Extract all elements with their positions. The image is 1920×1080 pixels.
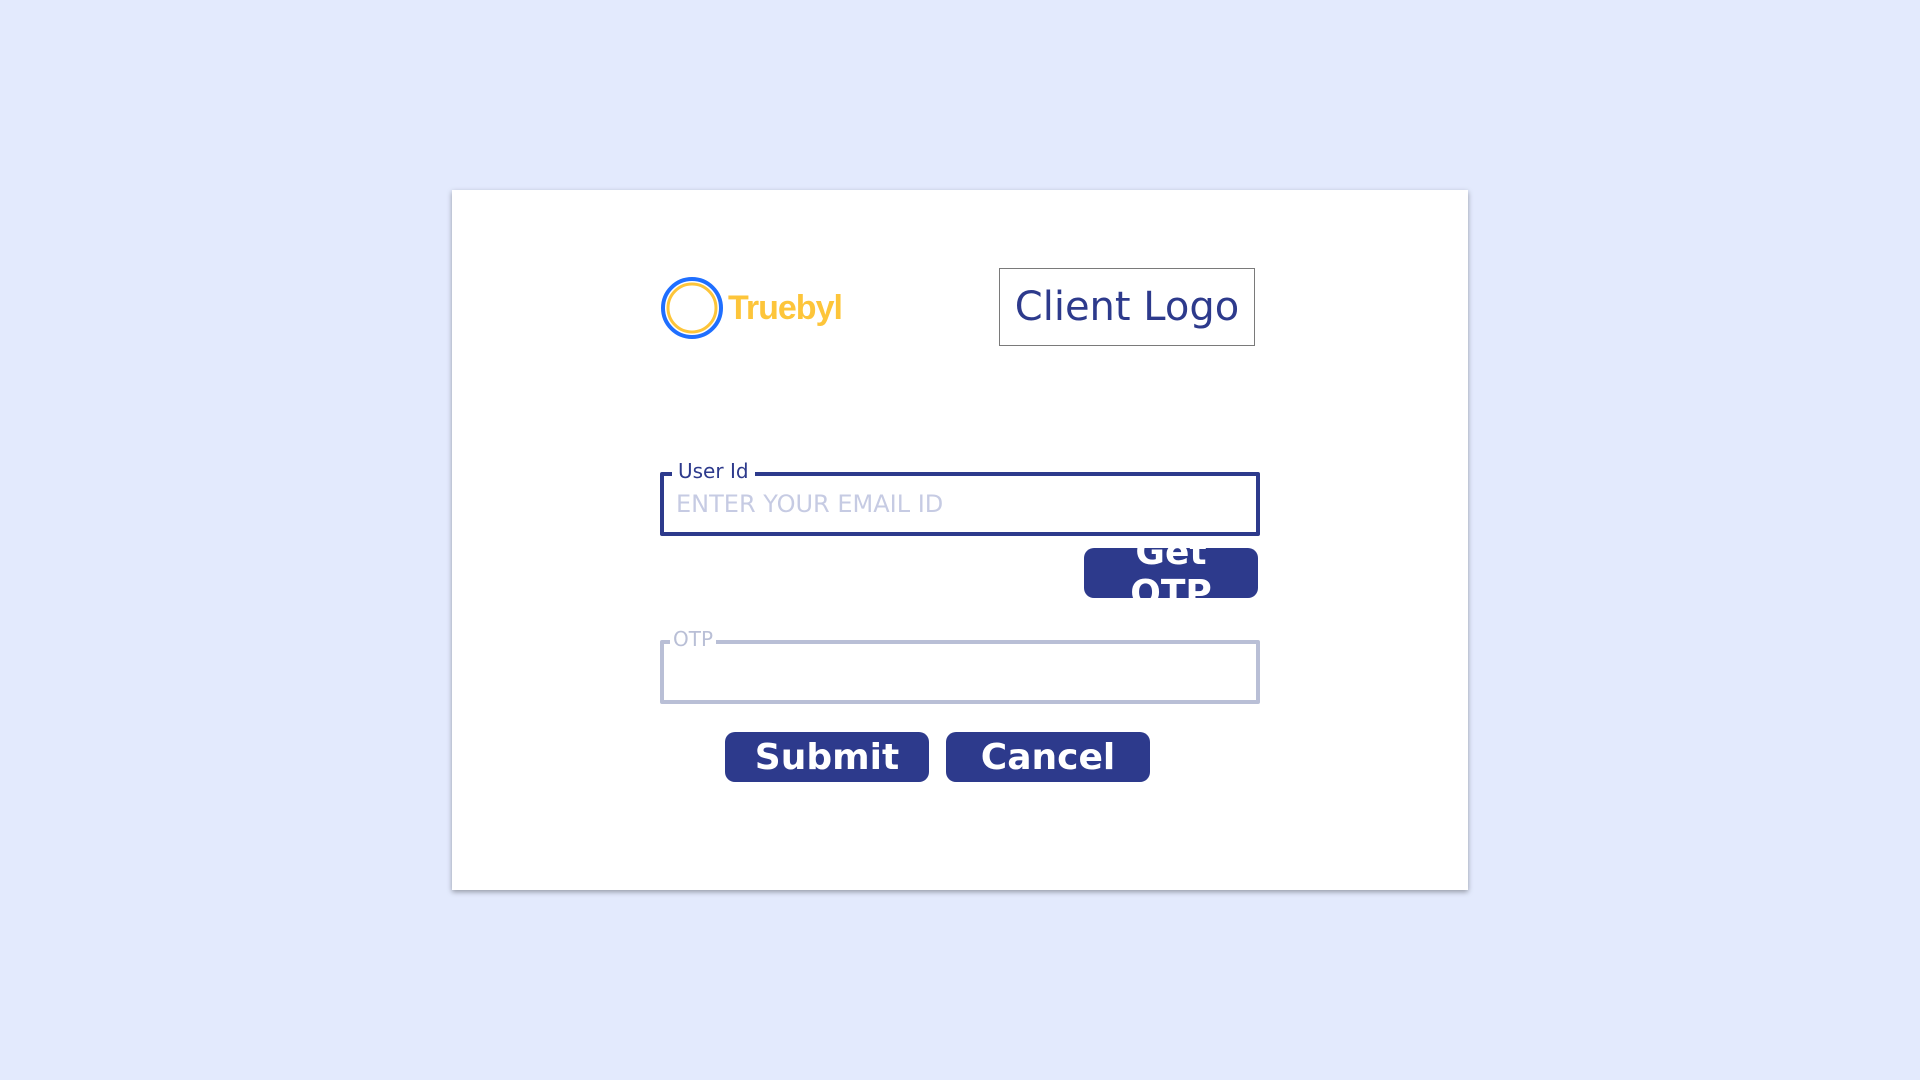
- user-id-field: User Id: [660, 459, 1260, 536]
- cancel-button[interactable]: Cancel: [946, 732, 1150, 782]
- client-logo-text: Client Logo: [1014, 284, 1240, 330]
- client-logo-placeholder: Client Logo: [999, 268, 1255, 346]
- get-otp-button[interactable]: Get OTP: [1084, 532, 1258, 614]
- otp-input[interactable]: [676, 644, 1236, 700]
- user-id-input[interactable]: [676, 476, 1236, 532]
- login-card: Truebyl Client Logo User Id Get OTP OTP …: [452, 190, 1468, 890]
- brand-logo: Truebyl: [660, 276, 843, 340]
- ring-logo-icon: [661, 277, 723, 339]
- submit-button[interactable]: Submit: [725, 732, 929, 782]
- brand-name: Truebyl: [728, 288, 843, 327]
- otp-field: OTP: [660, 627, 1260, 704]
